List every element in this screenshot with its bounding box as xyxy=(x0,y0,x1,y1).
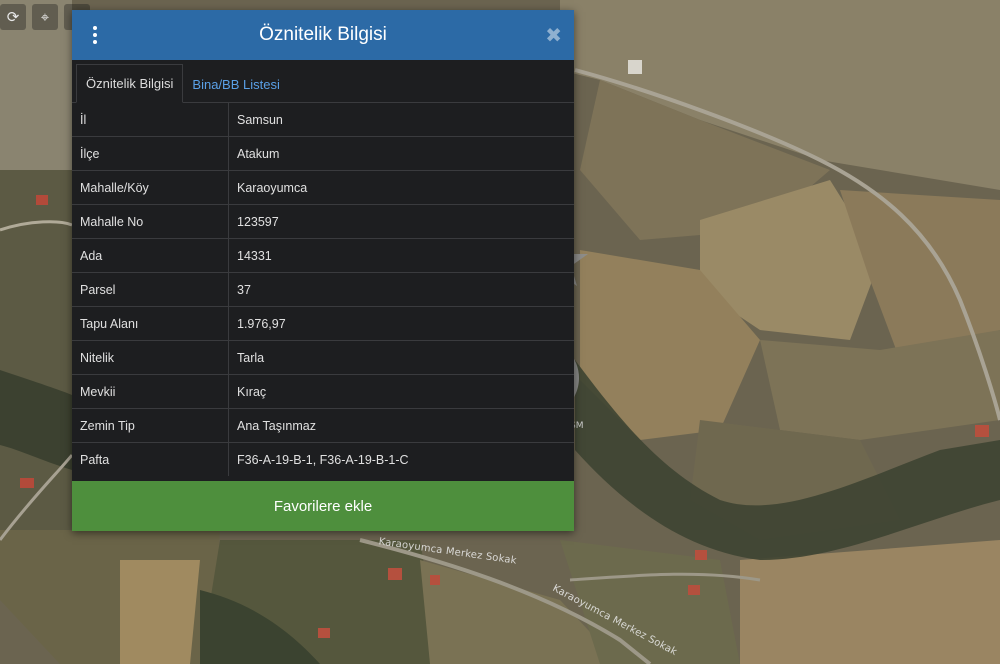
attribute-value: 1.976,97 xyxy=(228,306,574,341)
tab-building-list[interactable]: Bina/BB Listesi xyxy=(183,66,288,103)
attribute-value: 14331 xyxy=(228,238,574,273)
table-row: Pafta F36-A-19-B-1, F36-A-19-B-1-C xyxy=(72,442,574,476)
attribute-key: Mevkii xyxy=(72,374,229,409)
table-row: Parsel 37 xyxy=(72,272,574,307)
attribute-value: Tarla xyxy=(228,340,574,375)
attribute-key: İlçe xyxy=(72,136,229,171)
attribute-value: Kıraç xyxy=(228,374,574,409)
attribute-key: Parsel xyxy=(72,272,229,307)
attribute-key: İl xyxy=(72,103,229,137)
refresh-icon[interactable]: ⟳ xyxy=(0,4,26,30)
close-icon[interactable]: ✖ xyxy=(545,23,562,47)
add-to-favorites-button[interactable]: Favorilere ekle xyxy=(72,481,574,531)
attribute-value: 123597 xyxy=(228,204,574,239)
attribute-key: Mahalle No xyxy=(72,204,229,239)
table-row: Mevkii Kıraç xyxy=(72,374,574,409)
attribute-value: Atakum xyxy=(228,136,574,171)
attribute-key: Zemin Tip xyxy=(72,408,229,443)
attribute-key: Ada xyxy=(72,238,229,273)
table-row: Ada 14331 xyxy=(72,238,574,273)
table-row: İlçe Atakum xyxy=(72,136,574,171)
kebab-menu-icon[interactable] xyxy=(84,24,106,46)
attribute-key: Nitelik xyxy=(72,340,229,375)
panel-title: Öznitelik Bilgisi xyxy=(259,24,387,45)
attribute-value: F36-A-19-B-1, F36-A-19-B-1-C xyxy=(237,452,409,467)
attribute-value: Ana Taşınmaz xyxy=(228,408,574,443)
attribute-value: 37 xyxy=(228,272,574,307)
table-row: Tapu Alanı 1.976,97 xyxy=(72,306,574,341)
table-row: İl Samsun xyxy=(72,103,574,137)
table-row: Mahalle No 123597 xyxy=(72,204,574,239)
attribute-key: Tapu Alanı xyxy=(72,306,229,341)
crosshair-icon[interactable]: ⌖ xyxy=(32,4,58,30)
table-row: Mahalle/Köy Karaoyumca xyxy=(72,170,574,205)
tab-attribute-info[interactable]: Öznitelik Bilgisi xyxy=(76,64,184,103)
attribute-key: Pafta xyxy=(72,442,229,476)
table-row: Nitelik Tarla xyxy=(72,340,574,375)
panel-header: Öznitelik Bilgisi ✖ xyxy=(72,10,574,60)
table-row: Zemin Tip Ana Taşınmaz xyxy=(72,408,574,443)
attribute-info-panel: Öznitelik Bilgisi ✖ Öznitelik Bilgisi Bi… xyxy=(72,10,574,531)
attribute-key: Mahalle/Köy xyxy=(72,170,229,205)
attribute-table: İl Samsun İlçe Atakum Mahalle/Köy Karaoyumc… xyxy=(72,103,574,476)
tab-bar: Öznitelik Bilgisi Bina/BB Listesi xyxy=(72,60,574,103)
attribute-value: Samsun xyxy=(228,103,574,137)
attribute-value: Karaoyumca xyxy=(228,170,574,205)
